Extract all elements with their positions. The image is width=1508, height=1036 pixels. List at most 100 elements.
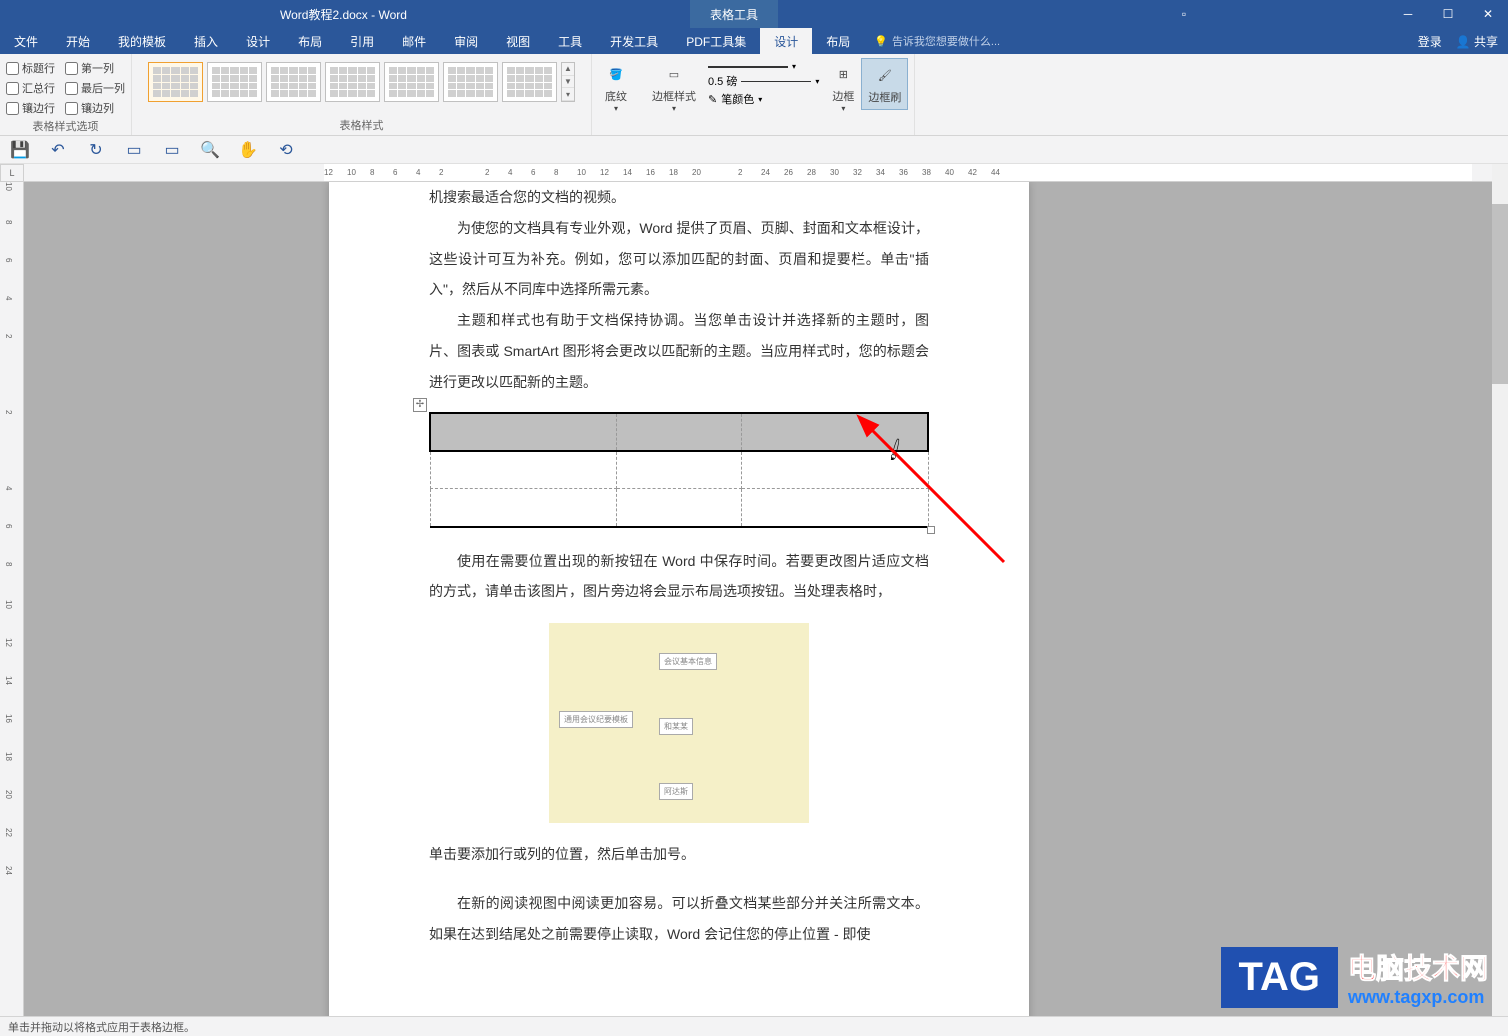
qat-button[interactable]: ▭: [124, 140, 144, 160]
borders-icon: ⊞: [831, 62, 855, 86]
ribbon-display-options-icon[interactable]: ▫: [1175, 7, 1193, 21]
document-page: 机搜索最适合您的文档的视频。 为使您的文档具有专业外观，Word 提供了页眉、页…: [329, 182, 1029, 1016]
gallery-expand[interactable]: ▲▼▾: [561, 62, 575, 102]
border-painter-icon: 🖌: [873, 63, 897, 87]
ribbon: 标题行 第一列 汇总行 最后一列 镶边行 镶边列 表格样式选项 ▲▼▾ 表格样式…: [0, 54, 1508, 136]
chevron-down-icon: ▾: [614, 104, 618, 113]
chevron-down-icon: ▾: [815, 77, 819, 86]
ruler-corner[interactable]: L: [0, 164, 24, 182]
tab-view[interactable]: 视图: [492, 28, 544, 54]
tab-home[interactable]: 开始: [52, 28, 104, 54]
table-style-thumb[interactable]: [384, 62, 439, 102]
paragraph: 在新的阅读视图中阅读更加容易。可以折叠文档某些部分并关注所需文本。如果在达到结尾…: [429, 888, 929, 950]
tab-references[interactable]: 引用: [336, 28, 388, 54]
pen-weight-dropdown[interactable]: 0.5 磅 ▾: [708, 73, 819, 89]
tab-developer[interactable]: 开发工具: [596, 28, 672, 54]
embedded-diagram: 通用会议纪要模板 会议基本信息 和某某 阿达斯: [549, 623, 809, 823]
table-tools-contextual-tab: 表格工具: [690, 0, 778, 28]
tab-table-design[interactable]: 设计: [760, 28, 812, 54]
qat-button[interactable]: ⟲: [276, 140, 296, 160]
table-style-options-group: 标题行 第一列 汇总行 最后一列 镶边行 镶边列 表格样式选项: [0, 54, 132, 135]
vertical-ruler[interactable]: 10864224681012141618202224: [0, 182, 24, 1016]
undo-button[interactable]: ↶: [48, 140, 68, 160]
pen-icon: ✎: [708, 93, 717, 106]
paragraph: 机搜索最适合您的文档的视频。: [429, 182, 929, 213]
paragraph: 单击要添加行或列的位置，然后单击加号。: [429, 839, 929, 870]
shading-button[interactable]: 🪣 底纹 ▾: [598, 58, 634, 117]
tab-pdf-tools[interactable]: PDF工具集: [672, 28, 760, 54]
maximize-button[interactable]: ☐: [1428, 0, 1468, 28]
watermark: TAG 电脑技术网 www.tagxp.com: [1221, 947, 1488, 1008]
total-row-checkbox[interactable]: 汇总行: [6, 80, 55, 96]
watermark-url: www.tagxp.com: [1348, 987, 1488, 1008]
tab-table-layout[interactable]: 布局: [812, 28, 864, 54]
share-button[interactable]: 👤 共享: [1456, 33, 1498, 50]
scrollbar-thumb[interactable]: [1492, 204, 1508, 384]
banded-rows-checkbox[interactable]: 镶边行: [6, 100, 55, 116]
status-text: 单击并拖动以将格式应用于表格边框。: [8, 1019, 195, 1035]
pen-controls: ▾ 0.5 磅 ▾ ✎笔颜色 ▾: [702, 58, 825, 111]
qat-button[interactable]: ▭: [162, 140, 182, 160]
chevron-down-icon: ▾: [841, 104, 845, 113]
qat-button[interactable]: ✋: [238, 140, 258, 160]
tab-my-templates[interactable]: 我的模板: [104, 28, 180, 54]
table-style-thumb[interactable]: [266, 62, 321, 102]
tab-design[interactable]: 设计: [232, 28, 284, 54]
pen-color-dropdown[interactable]: ✎笔颜色 ▾: [708, 91, 819, 107]
table-style-thumb[interactable]: [207, 62, 262, 102]
group-label: 表格样式选项: [33, 118, 99, 134]
border-styles-button[interactable]: ▭ 边框样式 ▾: [646, 58, 702, 117]
paint-bucket-icon: 🪣: [604, 62, 628, 86]
tab-insert[interactable]: 插入: [180, 28, 232, 54]
lightbulb-icon: 💡: [874, 35, 888, 48]
minimize-button[interactable]: ─: [1388, 0, 1428, 28]
qat-button[interactable]: 🔍: [200, 140, 220, 160]
line-style-dropdown[interactable]: ▾: [708, 62, 819, 71]
document-table[interactable]: ✢ 🖌: [429, 412, 929, 528]
borders-button[interactable]: ⊞ 边框 ▾: [825, 58, 861, 117]
ribbon-tabs: 文件 开始 我的模板 插入 设计 布局 引用 邮件 审阅 视图 工具 开发工具 …: [0, 28, 1508, 54]
watermark-title: 电脑技术网: [1348, 947, 1488, 987]
table-style-thumb[interactable]: [325, 62, 380, 102]
table-styles-group: ▲▼▾ 表格样式: [132, 54, 592, 135]
table-move-handle[interactable]: ✢: [413, 398, 427, 412]
table-styles-gallery: ▲▼▾: [148, 58, 575, 102]
tab-mailings[interactable]: 邮件: [388, 28, 440, 54]
tag-logo: TAG: [1221, 947, 1338, 1008]
paragraph: 为使您的文档具有专业外观，Word 提供了页眉、页脚、封面和文本框设计，这些设计…: [429, 213, 929, 305]
last-column-checkbox[interactable]: 最后一列: [65, 80, 125, 96]
tab-review[interactable]: 审阅: [440, 28, 492, 54]
horizontal-ruler[interactable]: 1210864224681012141618202242628303234363…: [24, 164, 1492, 182]
tab-tools[interactable]: 工具: [544, 28, 596, 54]
sign-in-link[interactable]: 登录: [1418, 33, 1442, 50]
banded-columns-checkbox[interactable]: 镶边列: [65, 100, 125, 116]
header-row-checkbox[interactable]: 标题行: [6, 60, 55, 76]
border-style-icon: ▭: [662, 62, 686, 86]
group-label: 表格样式: [340, 117, 384, 133]
tell-me-search[interactable]: 💡 告诉我您想要做什么...: [864, 28, 1010, 54]
diagram-node: 通用会议纪要模板: [559, 711, 633, 728]
diagram-node: 和某某: [659, 718, 693, 735]
table-style-thumb[interactable]: [443, 62, 498, 102]
border-painter-button[interactable]: 🖌 边框刷: [861, 58, 908, 110]
first-column-checkbox[interactable]: 第一列: [65, 60, 125, 76]
quick-access-toolbar: 💾 ↶ ↻ ▭ ▭ 🔍 ✋ ⟲: [0, 136, 1508, 164]
title-bar: Word教程2.docx - Word 表格工具 ▫ ─ ☐ ✕: [0, 0, 1508, 28]
close-button[interactable]: ✕: [1468, 0, 1508, 28]
tab-layout[interactable]: 布局: [284, 28, 336, 54]
chevron-down-icon: ▾: [792, 62, 796, 71]
table-style-thumb[interactable]: [148, 62, 203, 102]
status-bar: 单击并拖动以将格式应用于表格边框。: [0, 1016, 1508, 1036]
table-style-thumb[interactable]: [502, 62, 557, 102]
borders-group: ▭ 边框样式 ▾ ▾ 0.5 磅 ▾ ✎笔颜色 ▾ ⊞ 边框 ▾ 🖌 边框刷 边…: [640, 54, 915, 135]
save-button[interactable]: 💾: [10, 140, 30, 160]
chevron-down-icon: ▾: [672, 104, 676, 113]
paragraph: 主题和样式也有助于文档保持协调。当您单击设计并选择新的主题时，图片、图表或 Sm…: [429, 305, 929, 397]
table-resize-handle[interactable]: [927, 526, 935, 534]
tab-file[interactable]: 文件: [0, 28, 52, 54]
document-title: Word教程2.docx - Word: [280, 6, 407, 23]
vertical-scrollbar[interactable]: [1492, 164, 1508, 1016]
diagram-node: 阿达斯: [659, 783, 693, 800]
document-area: 机搜索最适合您的文档的视频。 为使您的文档具有专业外观，Word 提供了页眉、页…: [24, 182, 1492, 1016]
redo-button[interactable]: ↻: [86, 140, 106, 160]
